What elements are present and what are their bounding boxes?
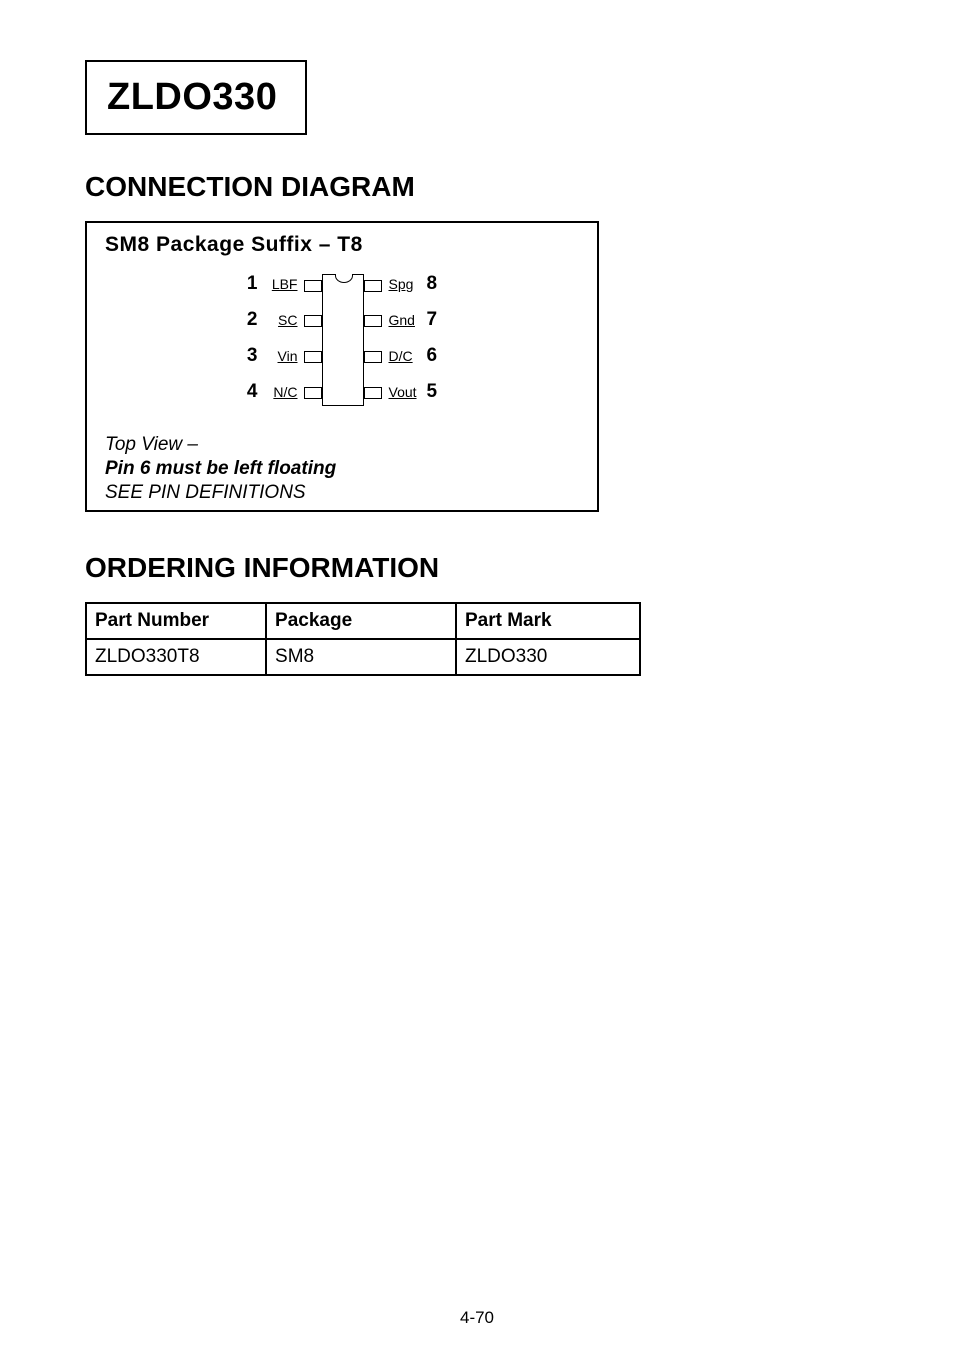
ordering-table: Part Number Package Part Mark ZLDO330T8 … (85, 602, 641, 676)
cell-part-number: ZLDO330T8 (86, 639, 266, 675)
page-container: ZLDO330 CONNECTION DIAGRAM SM8 Package S… (0, 0, 954, 1352)
header-part-mark: Part Mark (456, 603, 640, 639)
package-wrap: 1 LBF 2 SC 3 Vin 4 N/C (240, 271, 445, 409)
table-row: ZLDO330T8 SM8 ZLDO330 (86, 639, 640, 675)
pin-row: 3 Vin (240, 343, 300, 369)
pin-label: SC (264, 312, 298, 328)
pin-number: 3 (240, 345, 258, 367)
pin-row: Gnd 7 (386, 307, 445, 333)
note-line-bold: Pin 6 must be left floating (105, 457, 579, 481)
pin-row: 4 N/C (240, 379, 300, 405)
note-line: SEE PIN DEFINITIONS (105, 481, 579, 505)
pin-number: 5 (427, 381, 445, 403)
header-part-number: Part Number (86, 603, 266, 639)
package-diagram: 1 LBF 2 SC 3 Vin 4 N/C (105, 271, 579, 409)
connection-notes: Top View – Pin 6 must be left floating S… (105, 433, 579, 504)
cell-part-mark: ZLDO330 (456, 639, 640, 675)
chip-outline (304, 271, 382, 409)
pin-leg-icon (304, 315, 322, 327)
part-title-box: ZLDO330 (85, 60, 307, 135)
header-package: Package (266, 603, 456, 639)
pin-leg-icon (304, 387, 322, 399)
pin-leg-icon (364, 351, 382, 363)
pin-column-right: Spg 8 Gnd 7 D/C 6 Vout 5 (386, 271, 445, 405)
connection-box-title: SM8 Package Suffix – T8 (105, 233, 579, 257)
pin-label: D/C (389, 348, 423, 364)
pin-row: D/C 6 (386, 343, 445, 369)
pin-leg-icon (364, 280, 382, 292)
ordering-heading: ORDERING INFORMATION (85, 552, 879, 584)
table-header-row: Part Number Package Part Mark (86, 603, 640, 639)
pin-number: 4 (240, 381, 258, 403)
pin-leg-icon (304, 351, 322, 363)
pin-label: Spg (389, 276, 423, 292)
page-number: 4-70 (0, 1308, 954, 1328)
pin-number: 1 (240, 273, 258, 295)
pin-leg-icon (364, 315, 382, 327)
pin-leg-icon (364, 387, 382, 399)
pin-label: N/C (264, 384, 298, 400)
pin-label: Vin (264, 348, 298, 364)
pin-label: LBF (264, 276, 298, 292)
pin-number: 2 (240, 309, 258, 331)
chip-body (322, 274, 364, 406)
part-title: ZLDO330 (107, 76, 277, 118)
pin-row: 1 LBF (240, 271, 300, 297)
pin-number: 6 (427, 345, 445, 367)
pin-column-left: 1 LBF 2 SC 3 Vin 4 N/C (240, 271, 300, 405)
pin-label: Vout (389, 384, 423, 400)
pin-label: Gnd (389, 312, 423, 328)
cell-package: SM8 (266, 639, 456, 675)
pin-leg-icon (304, 280, 322, 292)
pin-row: 2 SC (240, 307, 300, 333)
connection-diagram-box: SM8 Package Suffix – T8 1 LBF 2 SC 3 (85, 221, 599, 512)
pin-number: 7 (427, 309, 445, 331)
connection-heading: CONNECTION DIAGRAM (85, 171, 879, 203)
pin-number: 8 (427, 273, 445, 295)
note-line: Top View – (105, 433, 579, 457)
pin-row: Vout 5 (386, 379, 445, 405)
pin-row: Spg 8 (386, 271, 445, 297)
